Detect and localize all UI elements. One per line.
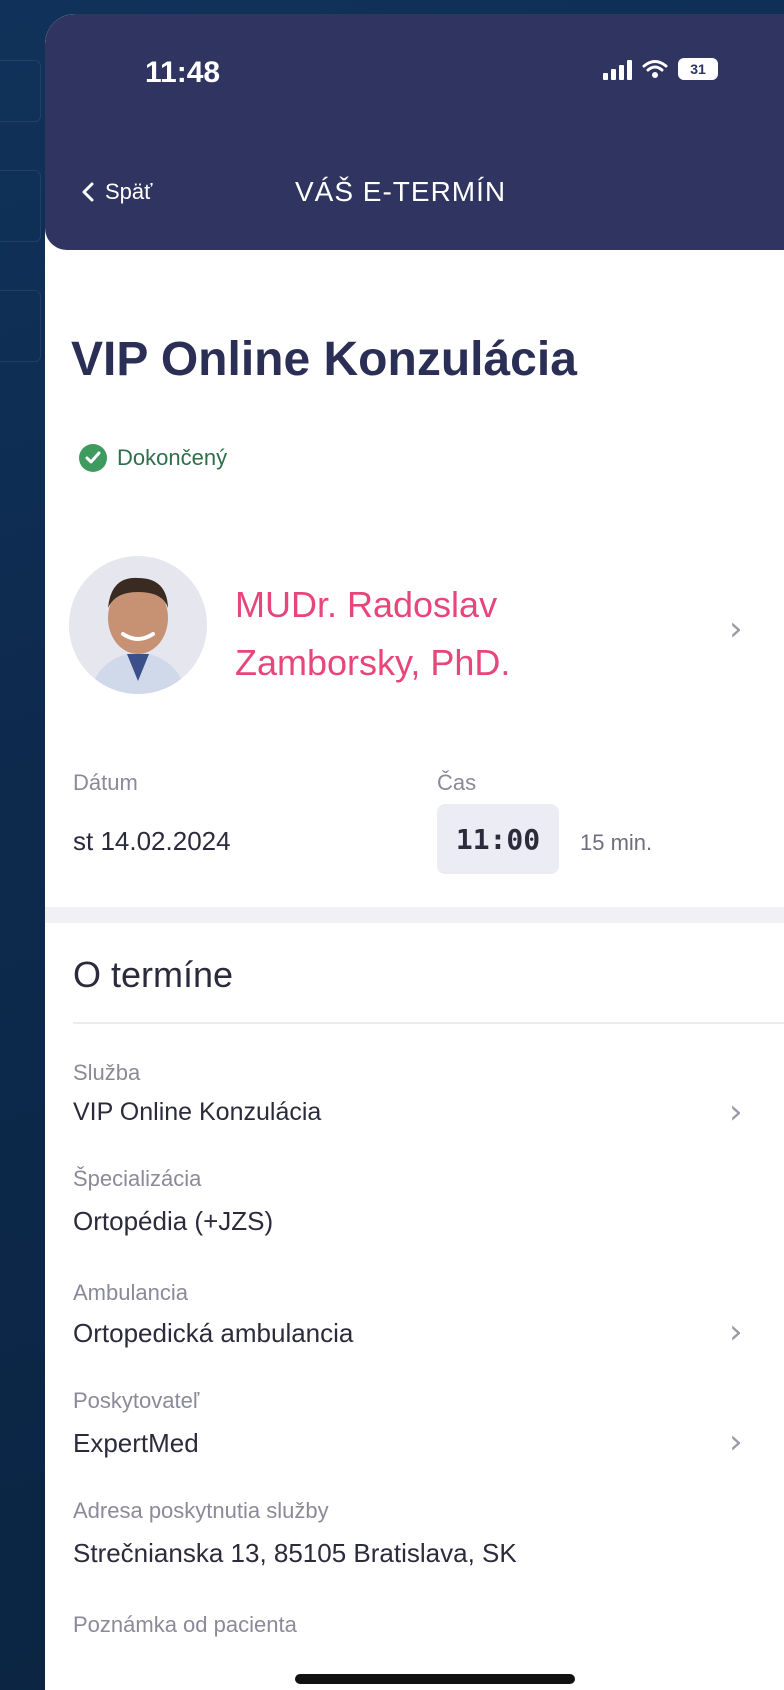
chevron-right-icon[interactable]: › [729,609,743,649]
signal-icon [603,58,632,80]
ambulance-value[interactable]: Ortopedická ambulancia [73,1318,353,1349]
status-label: Dokončený [117,445,228,470]
app-header: 11:48 31 Späť VÁŠ E-TERMÍN [45,14,784,250]
ambulance-label: Ambulancia [73,1280,188,1305]
address-value: Strečnianska 13, 85105 Bratislava, SK [73,1538,517,1568]
appointment-title: VIP Online Konzulácia [71,333,577,386]
section-divider [45,907,784,923]
provider-label: Poskytovateľ [73,1388,200,1413]
time-label: Čas [437,770,477,795]
background-panels [0,0,45,1690]
back-label: Späť [105,179,153,204]
provider-value[interactable]: ExpertMed [73,1428,199,1459]
chevron-right-icon[interactable]: › [729,1312,743,1352]
chevron-right-icon[interactable]: › [729,1422,743,1462]
chevron-right-icon[interactable]: › [729,1092,743,1132]
status-icons: 31 [603,58,718,80]
battery-icon: 31 [678,58,718,80]
specialization-value: Ortopédia (+JZS) [73,1206,274,1236]
date-label: Dátum [73,770,138,795]
note-label: Poznámka od pacienta [73,1612,297,1637]
address-label: Adresa poskytnutia služby [73,1498,329,1523]
back-chevron-icon [82,182,94,202]
section-title: O termíne [73,954,234,995]
doctor-name-link[interactable]: MUDr. Radoslav Zamborsky, PhD. [235,576,655,692]
page-title: VÁŠ E-TERMÍN [295,176,507,207]
specialization-label: Špecializácia [73,1166,202,1191]
service-label: Služba [73,1060,141,1085]
service-value[interactable]: VIP Online Konzulácia [73,1098,321,1127]
wifi-icon [642,60,668,78]
doctor-name-line1: MUDr. Radoslav [235,584,498,625]
back-button[interactable]: Späť [81,179,152,205]
divider-line [73,1022,784,1024]
check-circle-icon [79,444,107,472]
home-indicator[interactable] [295,1674,575,1684]
phone-screen: 11:48 31 Späť VÁŠ E-TERMÍN VIP Online Ko… [45,14,784,1690]
doctor-name-line2: Zamborsky, PhD. [235,642,511,683]
status-time: 11:48 [145,56,221,89]
time-value: 11:00 [437,804,559,874]
duration-value: 15 min. [580,830,653,855]
status-badge: Dokončený [79,444,227,472]
doctor-avatar[interactable] [69,556,207,694]
date-value: st 14.02.2024 [73,826,231,856]
